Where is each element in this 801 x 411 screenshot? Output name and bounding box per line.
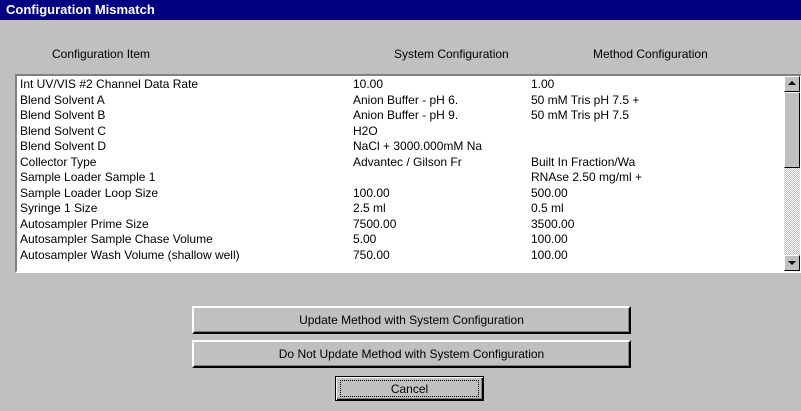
config-item-cell: Collector Type [20,154,97,169]
config-item-cell: Sample Loader Sample 1 [20,170,156,184]
list-row[interactable]: Autosampler Prime Size 7500.00 3500.00 [17,216,787,231]
method-config-cell: 50 mM Tris pH 7.5 + [531,92,640,107]
config-item-cell: Autosampler Prime Size [20,216,149,231]
focus-rectangle [340,380,479,397]
vertical-scrollbar[interactable] [784,76,800,271]
arrow-down-icon [788,261,796,265]
config-item-cell: Int UV/VIS #2 Channel Data Rate [20,77,199,91]
dialog-title: Configuration Mismatch [0,0,801,20]
method-config-cell: 50 mM Tris pH 7.5 [531,108,630,122]
system-config-cell: 10.00 [353,77,384,91]
list-row[interactable]: Blend Solvent D NaCl + 3000.000mM Na [17,140,787,153]
list-row[interactable]: Blend Solvent B Anion Buffer - pH 9. 50 mM… [17,109,787,122]
scroll-down-button[interactable] [784,255,800,271]
configuration-mismatch-dialog: Configuration Mismatch Configuration Ite… [0,0,801,411]
list-row[interactable]: Blend Solvent A Anion Buffer - pH 6. 50 mM… [17,92,787,107]
method-config-cell: 500.00 [531,185,568,200]
config-item-cell: Blend Solvent D [20,139,107,153]
list-row[interactable]: Sample Loader Loop Size 100.00 500.00 [17,185,787,200]
update-method-button[interactable]: Update Method with System Configuration [192,306,631,334]
config-item-cell: Autosampler Sample Chase Volume [20,232,213,246]
config-item-cell: Autosampler Wash Volume (shallow well) [20,247,240,262]
system-config-cell: 7500.00 [353,216,397,231]
mismatch-list[interactable]: Int UV/VIS #2 Channel Data Rate 10.00 1.00… [15,74,801,273]
list-row[interactable]: Syringe 1 Size 2.5 ml 0.5 ml [17,202,787,215]
system-config-cell: Anion Buffer - pH 9. [353,108,459,122]
column-header-system: System Configuration [394,47,509,61]
column-header-method: Method Configuration [593,47,708,61]
method-config-cell: Built In Fraction/Wa [531,154,636,169]
list-row[interactable]: Sample Loader Sample 1 RNAse 2.50 mg/ml + [17,171,787,184]
system-config-cell: H2O [353,123,378,138]
config-item-cell: Blend Solvent C [20,123,107,138]
column-header-item: Configuration Item [52,47,151,61]
system-config-cell: 2.5 ml [353,201,386,215]
cancel-button[interactable]: Cancel [335,376,484,401]
method-config-cell: 0.5 ml [531,201,564,215]
system-config-cell: 750.00 [353,247,390,262]
method-config-cell: RNAse 2.50 mg/ml + [531,170,643,184]
method-config-cell: 3500.00 [531,216,575,231]
config-item-cell: Syringe 1 Size [20,201,98,215]
system-config-cell: NaCl + 3000.000mM Na [353,139,483,153]
do-not-update-button[interactable]: Do Not Update Method with System Configu… [192,340,631,368]
arrow-up-icon [788,81,796,85]
method-config-cell: 100.00 [531,232,568,246]
list-row[interactable]: Int UV/VIS #2 Channel Data Rate 10.00 1.00 [17,78,787,91]
system-config-cell: 5.00 [353,232,377,246]
system-config-cell: 100.00 [353,185,390,200]
list-row[interactable]: Collector Type Advantec / Gilson Fr Built … [17,154,787,169]
config-item-cell: Blend Solvent B [20,108,106,122]
list-row[interactable]: Autosampler Wash Volume (shallow well) 75… [17,247,787,262]
list-row[interactable]: Autosampler Sample Chase Volume 5.00 100.0… [17,233,787,246]
config-item-cell: Blend Solvent A [20,92,105,107]
system-config-cell: Advantec / Gilson Fr [353,154,462,169]
system-config-cell: Anion Buffer - pH 6. [353,92,459,107]
scrollbar-thumb[interactable] [784,92,800,168]
method-config-cell: 1.00 [531,77,555,91]
scroll-up-button[interactable] [784,76,800,92]
method-config-cell: 100.00 [531,247,568,262]
config-item-cell: Sample Loader Loop Size [20,185,159,200]
list-row[interactable]: Blend Solvent C H2O [17,123,787,138]
